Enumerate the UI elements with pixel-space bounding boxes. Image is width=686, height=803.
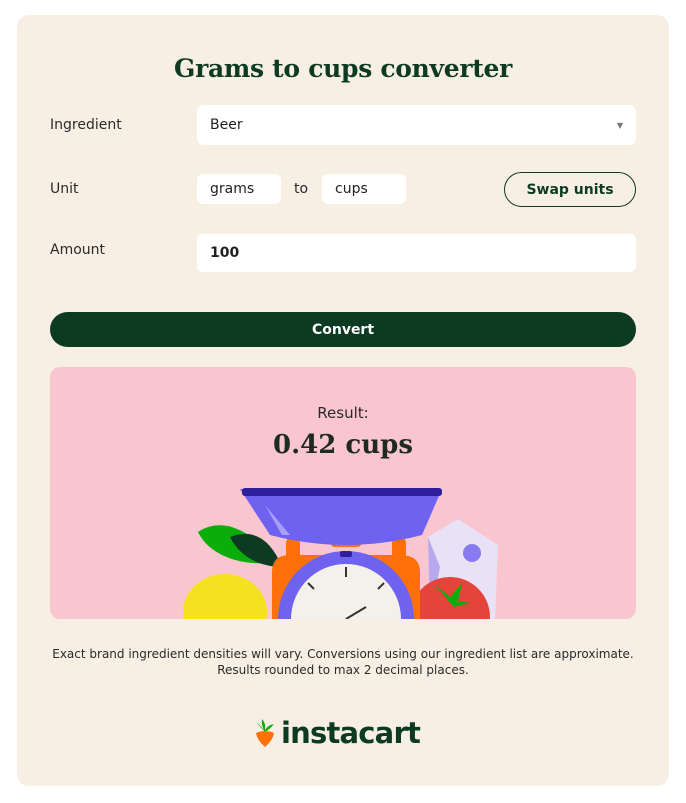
chevron-down-icon: ▼ [616,120,623,130]
result-label: Result: [317,404,369,422]
to-text: to [294,181,309,197]
convert-button[interactable]: Convert [50,312,636,347]
carrot-icon [256,719,274,747]
unit-label: Unit [50,181,79,197]
amount-input[interactable]: 100 [197,234,636,272]
result-panel: Result: 0.42 cups [50,367,636,619]
logo-wordmark: instacart [281,716,421,750]
amount-label: Amount [50,242,106,258]
converter-card: Grams to cups converter Ingredient Beer … [17,15,669,786]
to-unit-select[interactable]: cups [322,174,406,204]
ingredient-value: Beer [210,117,243,133]
result-value: 0.42 cups [273,430,413,460]
disclaimer-line-2: Results rounded to max 2 decimal places. [217,663,469,677]
ingredient-label: Ingredient [50,117,122,133]
disclaimer-line-1: Exact brand ingredient densities will va… [52,647,634,661]
instacart-logo[interactable]: instacart [253,715,421,751]
ingredient-select[interactable]: Beer ▼ [197,105,636,145]
page-title: Grams to cups converter [174,54,512,83]
swap-units-button[interactable]: Swap units [504,172,636,207]
from-unit-select[interactable]: grams [197,174,281,204]
disclaimer-text: Exact brand ingredient densities will va… [17,646,669,678]
